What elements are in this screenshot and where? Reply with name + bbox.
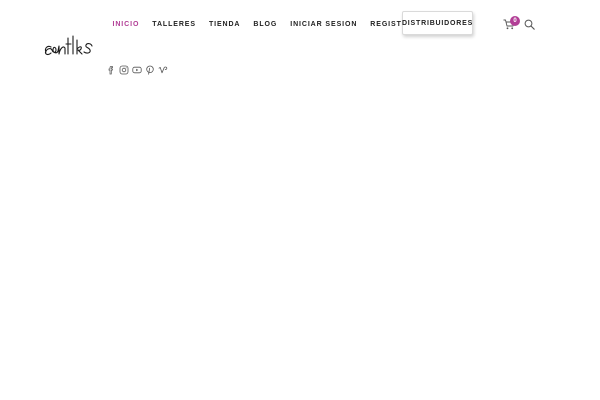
instagram-icon [119, 65, 129, 75]
nav-item-blog[interactable]: BLOG [253, 21, 277, 28]
nav-item-tienda[interactable]: TIENDA [209, 21, 240, 28]
search-button[interactable] [524, 19, 535, 30]
pinterest-link[interactable] [145, 65, 155, 75]
social-links [106, 65, 171, 75]
nav-item-talleres[interactable]: TALLERES [152, 21, 196, 28]
nav-item-inicio[interactable]: INICIO [113, 21, 140, 28]
cart-button[interactable]: 0 [503, 16, 520, 30]
site-logo[interactable] [44, 34, 96, 60]
main-nav: INICIO TALLERES TIENDA BLOG INICIAR SESI… [106, 14, 430, 34]
facebook-link[interactable] [106, 65, 116, 75]
youtube-link[interactable] [132, 65, 142, 75]
youtube-icon [132, 66, 142, 74]
logo-cantik-script [44, 35, 93, 56]
cart-count-badge: 0 [510, 16, 520, 26]
facebook-icon [108, 66, 113, 75]
instagram-link[interactable] [119, 65, 129, 75]
search-icon [524, 19, 535, 30]
distributors-button[interactable]: DISTRIBUIDORES [402, 11, 473, 35]
vimeo-icon [158, 66, 168, 74]
pinterest-icon [146, 65, 154, 75]
vimeo-link[interactable] [158, 65, 168, 75]
nav-item-iniciar-sesion[interactable]: INICIAR SESION [290, 21, 357, 28]
